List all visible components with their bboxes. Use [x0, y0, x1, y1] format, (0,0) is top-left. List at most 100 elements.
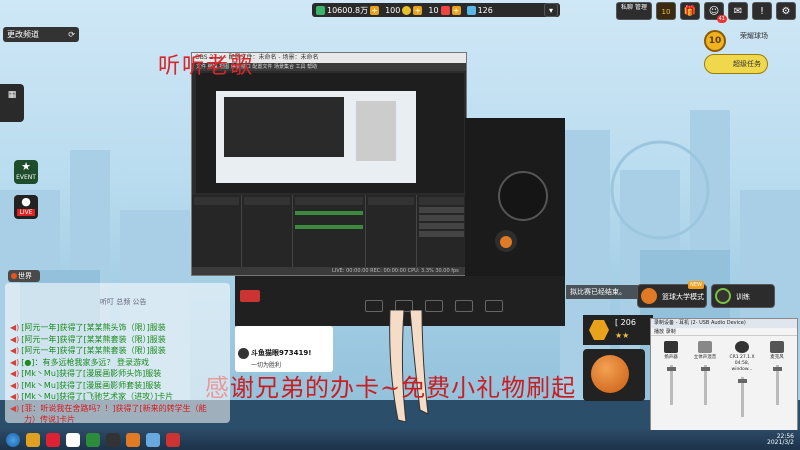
start-record-button[interactable] [418, 215, 464, 221]
chat-line: ◀) [菲：听说我在舍路吗？！]获得了[新来的转学生（能 [10, 403, 230, 415]
friends-icon[interactable]: ☺ 41 [704, 2, 727, 23]
slider-thumb[interactable] [666, 367, 676, 371]
nested-preview [216, 91, 416, 183]
side-drawer-tab[interactable]: ▦ [0, 84, 24, 122]
obs-window[interactable]: OBS 27.x - 配置文件：未命名 - 场景：未命名 文件 编辑 视图 停靠… [191, 52, 467, 276]
super-task-button[interactable]: 超级任务 [704, 54, 768, 74]
controls-dock-header [418, 197, 464, 205]
match-ended-notice: 拟比赛已经结束。 [566, 285, 646, 299]
windows-taskbar: 22:56 2021/3/2 [0, 430, 800, 450]
taskbar-app-icon[interactable] [126, 433, 140, 447]
sound-dialog[interactable]: 录制设备 - 耳机 (2- USB Audio Device) 播放 录制 扬声… [650, 318, 798, 436]
sound-tabs[interactable]: 播放 录制 [651, 328, 797, 336]
sources-dock[interactable] [242, 195, 293, 269]
anchor-name: 斗鱼猫眼973419! [251, 349, 312, 357]
studio-mode-button[interactable] [418, 223, 464, 229]
taskbar-app-icon[interactable] [66, 433, 80, 447]
caption-bottom: 感谢兄弟的办卡~免费小礼物刷起 [205, 374, 577, 402]
start-stream-button[interactable] [418, 207, 464, 213]
coins-chip: 100 + [385, 5, 423, 15]
server-name: 荣耀球场 [740, 32, 768, 40]
scenes-dock[interactable] [192, 195, 243, 269]
chat-line-text: [Mk丶Mu]获得了[飞驰艺术家（进攻）]卡片 [21, 392, 174, 401]
rank-card[interactable]: [ 206 ★★ [583, 315, 653, 345]
rank-icon[interactable]: 10 [656, 2, 676, 20]
private-chat-manage-button[interactable]: 私聊 管理 [616, 2, 652, 20]
notification-count: 41 [716, 15, 727, 23]
mixer-meter-2 [294, 225, 364, 229]
change-channel-button[interactable]: 更改频道 ⟳ [3, 27, 79, 42]
transitions-dock[interactable] [366, 195, 417, 269]
device-column[interactable]: 立体声混音 [691, 341, 719, 429]
chat-line-text: [阿元一年]获得了[某某熊头饰（限）]服装 [21, 323, 166, 332]
calendar-icon: ▦ [7, 90, 17, 100]
record-button[interactable] [240, 290, 260, 302]
settings-button[interactable] [418, 231, 464, 237]
slider-thumb[interactable] [700, 367, 710, 371]
taskbar-app-icon[interactable] [146, 433, 160, 447]
device-column[interactable]: 麦克风 [763, 341, 791, 429]
chat-line-text: [阿元一年]获得了[某某熊套装（限）]服装 [21, 334, 166, 344]
nested-mixer [356, 101, 396, 161]
tickets-chip: 10 + [428, 5, 461, 15]
coins-value: 100 [385, 5, 401, 15]
audio-mixer-dock[interactable] [293, 195, 367, 269]
device-column[interactable]: 扬声器 [657, 341, 685, 429]
add-points-button[interactable]: + [370, 5, 380, 15]
currency-bar: 10600.8万 + 100 + 10 + 126 [312, 3, 560, 17]
taskbar-app-icon[interactable] [26, 433, 40, 447]
live-button[interactable]: ● LIVE [14, 195, 38, 219]
energy-value: 126 [477, 5, 493, 15]
volume-slider[interactable] [666, 365, 676, 405]
tickets-value: 10 [428, 5, 439, 15]
audio-mixer-header [294, 197, 364, 205]
taskbar-app-icon[interactable] [106, 433, 120, 447]
chat-line: 力）传说]卡片 [10, 414, 230, 426]
speaker-icon: ◀) [10, 346, 20, 355]
volume-slider[interactable] [772, 365, 782, 405]
tool-button-5[interactable] [485, 300, 503, 312]
chat-tab-world[interactable]: 世界 [8, 270, 40, 282]
add-coins-button[interactable]: + [413, 5, 423, 15]
basketball-icon [591, 355, 629, 393]
add-tickets-button[interactable]: + [451, 5, 461, 15]
slider-thumb[interactable] [772, 367, 782, 371]
slider-thumb[interactable] [737, 379, 747, 383]
training-mode-button[interactable]: 训练 [711, 284, 775, 308]
world-dot-icon [11, 273, 17, 279]
anchor-avatar [238, 348, 249, 359]
points-icon [316, 5, 325, 15]
sources-dock-header [244, 197, 290, 205]
device-name: 立体声混音 [693, 355, 717, 360]
settings-icon[interactable]: ⚙ [776, 2, 796, 20]
level-star-badge[interactable]: 10 [704, 30, 726, 52]
taskbar-app-icon[interactable] [166, 433, 180, 447]
coin-icon [402, 5, 412, 15]
start-live-circle[interactable] [498, 171, 548, 221]
training-icon [715, 288, 731, 304]
start-icon[interactable] [6, 433, 20, 447]
speaker-icon: ◀) [10, 392, 20, 401]
basketball-card[interactable] [583, 349, 645, 401]
college-mode-label: 篮球大学模式 [662, 293, 704, 301]
live-label: LIVE [17, 209, 35, 216]
device-column[interactable]: CR1 27.1.X 04:58, window... [725, 341, 759, 429]
speaker-icon: ◀) [10, 403, 20, 413]
mail-icon[interactable]: ✉ [728, 2, 748, 20]
anchor-card: 斗鱼猫眼973419! 一切为胜利 [235, 326, 333, 372]
volume-slider[interactable] [700, 365, 710, 405]
speaker-device-icon [664, 341, 678, 353]
controls-dock[interactable] [417, 195, 466, 269]
taskbar-app-icon[interactable] [46, 433, 60, 447]
volume-slider[interactable] [737, 377, 747, 417]
gift-icon[interactable]: 🎁 [680, 2, 700, 20]
event-button[interactable]: ★ EVENT [14, 160, 38, 184]
taskbar-clock[interactable]: 22:56 2021/3/2 [767, 434, 794, 446]
taskbar-app-icon[interactable] [86, 433, 100, 447]
change-channel-label: 更改频道 [7, 30, 39, 39]
tool-button-4[interactable] [455, 300, 473, 312]
manage-label: 私聊 管理 [621, 4, 647, 11]
expand-hud-button[interactable]: ▾ [544, 3, 558, 17]
notice-icon[interactable]: ! [752, 2, 772, 20]
college-mode-button[interactable]: 篮球大学模式 NEW [637, 281, 707, 308]
